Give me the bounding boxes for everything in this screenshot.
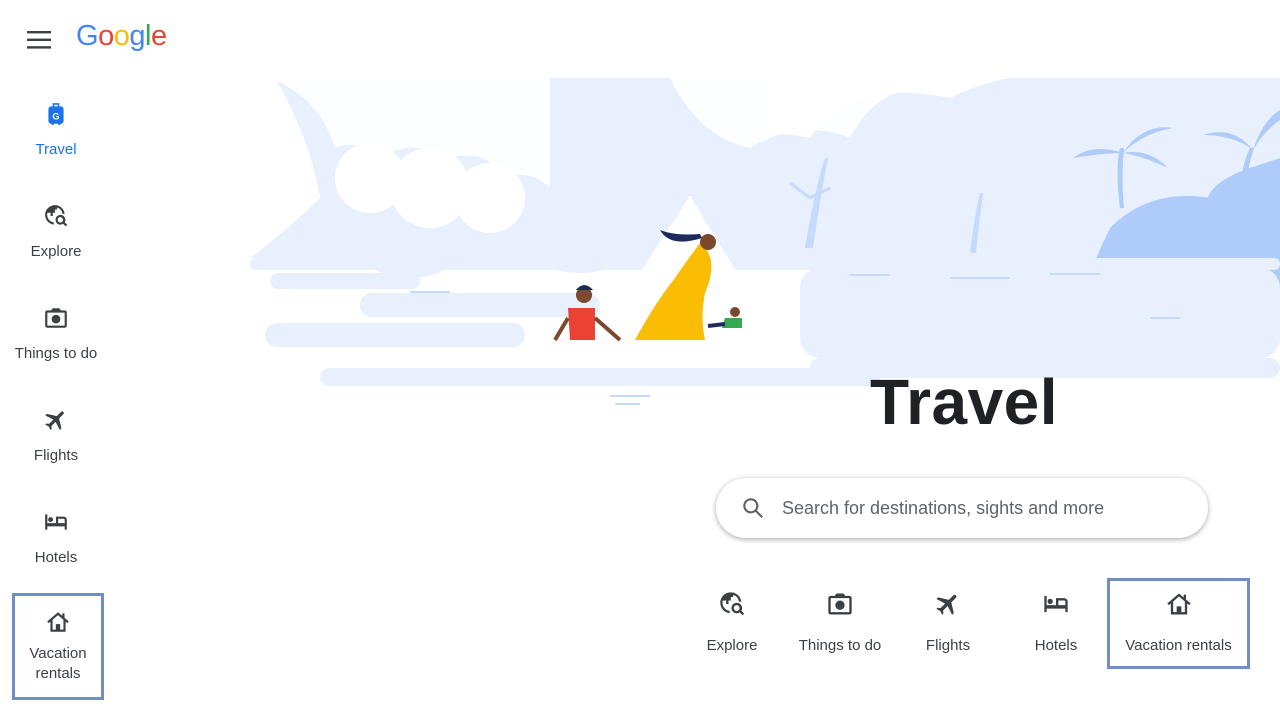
- category-label: Vacation rentals: [1125, 637, 1232, 654]
- category-vacation-rentals[interactable]: Vacation rentals: [1107, 578, 1250, 669]
- sidebar-item-label: Travel: [35, 141, 77, 158]
- svg-text:G: G: [52, 111, 59, 121]
- logo-letter: o: [113, 20, 130, 52]
- logo-letter: G: [76, 20, 99, 52]
- sidebar-item-label: Hotels: [34, 549, 78, 566]
- sidebar-item-hotels[interactable]: Hotels: [0, 506, 112, 568]
- category-label: Things to do: [798, 637, 882, 654]
- logo-letter: g: [129, 20, 145, 52]
- bed-icon: [1044, 595, 1068, 613]
- sidebar-item-things-to-do[interactable]: Things to do: [0, 302, 112, 364]
- category-things-to-do[interactable]: Things to do: [790, 584, 890, 654]
- main-menu-button[interactable]: [20, 22, 60, 58]
- category-label: Hotels: [1034, 637, 1078, 654]
- sidebar-item-label: Explore: [30, 243, 82, 260]
- explore-globe-search-icon: [720, 592, 745, 616]
- search-icon: [743, 498, 763, 518]
- category-explore[interactable]: Explore: [700, 584, 764, 654]
- sidebar-item-explore[interactable]: Explore: [0, 200, 112, 262]
- airplane-icon: [45, 411, 64, 430]
- sidebar-item-flights[interactable]: Flights: [0, 404, 112, 466]
- category-label: Flights: [925, 637, 971, 654]
- google-logo[interactable]: Google: [76, 20, 167, 53]
- sidebar-item-travel[interactable]: G Travel: [0, 98, 112, 160]
- search-input[interactable]: [782, 497, 1182, 519]
- camera-icon: [45, 308, 67, 328]
- sidebar-item-vacation-rentals[interactable]: Vacation rentals: [12, 593, 104, 700]
- logo-letter: e: [150, 20, 167, 52]
- sidebar-item-label: Flights: [33, 447, 79, 464]
- water: [250, 258, 1280, 386]
- travel-suitcase-icon: G: [48, 103, 64, 125]
- category-hotels[interactable]: Hotels: [1026, 584, 1086, 654]
- camera-icon: [828, 593, 852, 615]
- category-label: Explore: [706, 637, 758, 654]
- search-box[interactable]: [716, 478, 1208, 538]
- page-title: Travel: [870, 366, 1059, 438]
- sidebar-item-label-line: rentals: [35, 665, 81, 682]
- sidebar-item-label: Things to do: [14, 345, 98, 362]
- hero-illustration: [250, 78, 1280, 405]
- category-flights[interactable]: Flights: [918, 584, 978, 654]
- hamburger-menu-icon: [27, 31, 51, 49]
- sidebar-item-label: Vacation rentals: [15, 644, 101, 684]
- bed-icon: [45, 514, 67, 530]
- airplane-icon: [936, 594, 957, 615]
- house-icon: [1166, 593, 1191, 615]
- house-icon: [47, 612, 69, 632]
- explore-globe-search-icon: [45, 205, 68, 227]
- logo-letter: o: [98, 20, 114, 52]
- sidebar-item-label-line: Vacation: [29, 645, 87, 662]
